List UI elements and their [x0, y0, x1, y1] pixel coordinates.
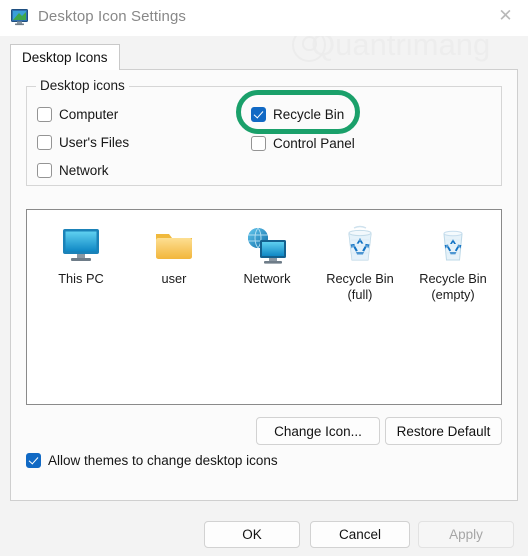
- checkbox-label: Control Panel: [273, 136, 355, 151]
- checkbox-box: [37, 163, 52, 178]
- preview-icon-caption-line2: (empty): [431, 287, 475, 302]
- checkbox-box: [37, 107, 52, 122]
- desktop-icons-group-label: Desktop icons: [36, 78, 129, 93]
- checkbox-network[interactable]: Network: [37, 163, 109, 178]
- recycle-bin-full-icon: [314, 218, 406, 266]
- preview-icon-caption: Recycle Bin (empty): [407, 271, 499, 303]
- checkbox-label: Network: [59, 163, 109, 178]
- preview-icon-recycle-bin-full[interactable]: Recycle Bin (full): [314, 218, 406, 303]
- preview-icon-user[interactable]: user: [128, 218, 220, 287]
- checkbox-label: User's Files: [59, 135, 130, 150]
- desktop-monitor-icon: [11, 9, 30, 26]
- preview-icon-caption-line1: Recycle Bin: [419, 271, 487, 286]
- preview-icon-caption-line2: (full): [347, 287, 373, 302]
- checkbox-users-files[interactable]: User's Files: [37, 135, 129, 150]
- checkbox-label: Allow themes to change desktop icons: [48, 453, 278, 468]
- tab-desktop-icons[interactable]: Desktop Icons: [10, 44, 120, 70]
- checkbox-control-panel[interactable]: Control Panel: [251, 136, 355, 151]
- checkbox-computer[interactable]: Computer: [37, 107, 118, 122]
- tab-strip: Desktop Icons: [10, 44, 518, 70]
- preview-icon-network[interactable]: Network: [221, 218, 313, 287]
- checkbox-box: [251, 136, 266, 151]
- preview-icon-this-pc[interactable]: This PC: [35, 218, 127, 287]
- preview-icon-caption-line1: Recycle Bin: [326, 271, 394, 286]
- checkbox-allow-themes[interactable]: Allow themes to change desktop icons: [26, 453, 278, 468]
- desktop-icon-settings-dialog: Quantrimang Desktop Icon Settings ✕ Desk…: [0, 0, 528, 556]
- cancel-button[interactable]: Cancel: [310, 521, 410, 548]
- window-title: Desktop Icon Settings: [38, 8, 187, 25]
- preview-icon-caption: This PC: [58, 271, 104, 286]
- preview-icon-recycle-bin-empty[interactable]: Recycle Bin (empty): [407, 218, 499, 303]
- preview-icon-caption: user: [161, 271, 187, 286]
- icon-preview-panel[interactable]: This PC user Network Recycle Bin (full) …: [26, 209, 502, 405]
- checkbox-box: [251, 107, 266, 122]
- checkbox-box: [26, 453, 41, 468]
- checkbox-recycle-bin[interactable]: Recycle Bin: [251, 107, 344, 122]
- recycle-bin-empty-icon: [407, 218, 499, 266]
- checkbox-label: Computer: [59, 107, 119, 122]
- preview-icon-caption: Network: [243, 271, 291, 286]
- apply-button[interactable]: Apply: [418, 521, 514, 548]
- restore-default-button[interactable]: Restore Default: [385, 417, 502, 445]
- checkbox-label: Recycle Bin: [273, 107, 345, 122]
- title-bar: Desktop Icon Settings ✕: [0, 0, 528, 36]
- ok-button[interactable]: OK: [204, 521, 300, 548]
- folder-icon: [128, 218, 220, 266]
- preview-icon-caption: Recycle Bin (full): [314, 271, 406, 303]
- close-icon[interactable]: ✕: [483, 0, 528, 32]
- monitor-icon: [35, 218, 127, 266]
- network-globe-monitor-icon: [221, 218, 313, 266]
- checkbox-box: [37, 135, 52, 150]
- change-icon-button[interactable]: Change Icon...: [256, 417, 380, 445]
